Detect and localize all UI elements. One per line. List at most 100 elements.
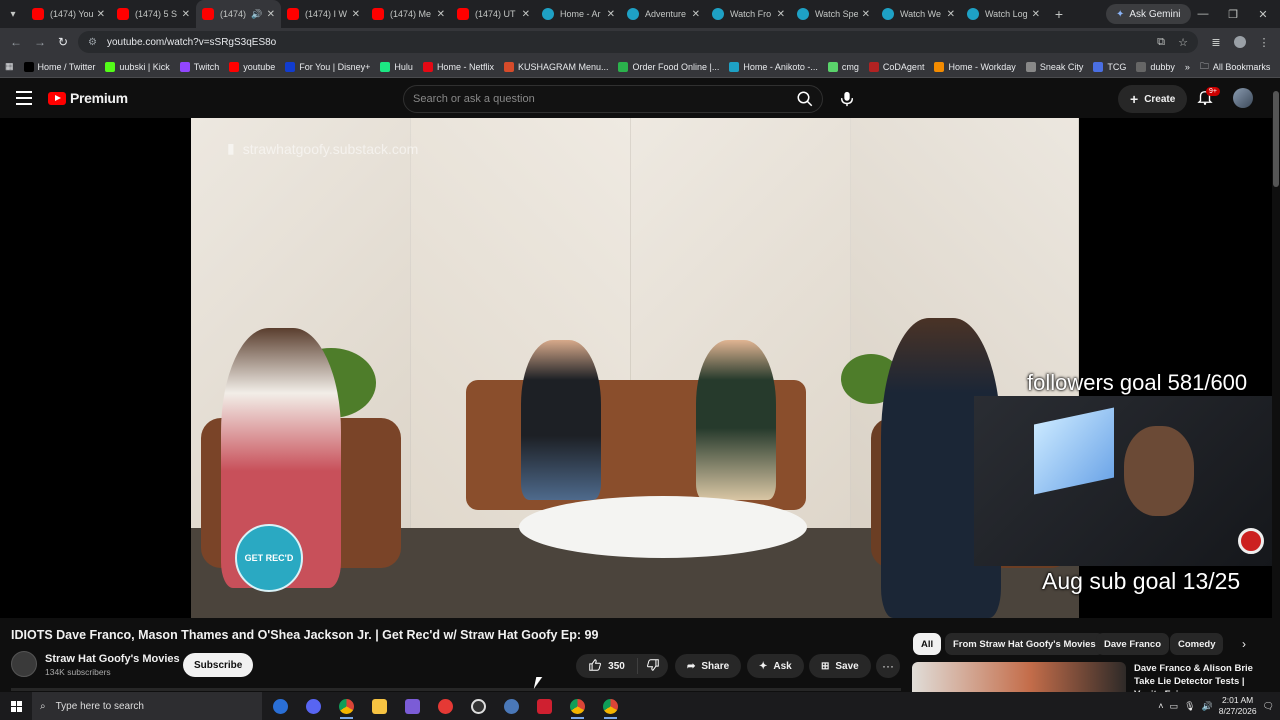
discord-icon[interactable] <box>297 692 330 720</box>
chevron-right-icon[interactable]: › <box>1234 634 1254 654</box>
bookmark-item[interactable]: CoDAgent <box>864 61 930 72</box>
bookmark-item[interactable]: Order Food Online |... <box>613 61 724 72</box>
scrollbar-thumb[interactable] <box>1273 91 1279 187</box>
tab-audio-icon[interactable]: 🔊 <box>251 9 262 20</box>
bookmark-star-icon[interactable]: ☆ <box>1175 34 1191 50</box>
more-actions-icon[interactable]: ··· <box>876 654 900 678</box>
bookmark-item[interactable]: KUSHAGRAM Menu... <box>499 61 614 72</box>
file-explorer-icon[interactable] <box>363 692 396 720</box>
save-button[interactable]: ⊞ Save <box>809 654 871 678</box>
adobe-icon[interactable] <box>528 692 561 720</box>
profile-icon[interactable] <box>1232 34 1248 50</box>
new-tab-button[interactable]: + <box>1046 6 1072 22</box>
bookmark-item[interactable]: Home - Workday <box>929 61 1020 72</box>
bookmark-item[interactable]: uubski | Kick <box>100 61 174 72</box>
guide-menu-icon[interactable] <box>16 91 32 105</box>
page-scrollbar[interactable] <box>1272 79 1280 690</box>
bookmark-item[interactable]: cmg <box>823 61 864 72</box>
restore-window-icon[interactable]: ❐ <box>1218 0 1248 28</box>
close-tab-icon[interactable]: ✕ <box>522 9 530 20</box>
address-bar[interactable]: ⚙ youtube.com/watch?v=sSRgS3qES8o <box>78 31 1198 53</box>
browser-menu-icon[interactable]: ⋮ <box>1256 34 1272 50</box>
browser-tab[interactable]: (1474) You ✕ <box>26 0 111 28</box>
browser-tab[interactable]: (1474) I W ✕ <box>281 0 366 28</box>
reload-icon[interactable]: ↻ <box>51 28 75 56</box>
close-tab-icon[interactable]: ✕ <box>267 9 275 20</box>
game-controller-icon[interactable] <box>396 692 429 720</box>
search-icon[interactable] <box>792 86 818 112</box>
steam-icon[interactable] <box>495 692 528 720</box>
bookmark-item[interactable]: For You | Disney+ <box>280 61 375 72</box>
chrome-profile-3-icon[interactable] <box>594 692 627 720</box>
browser-tab[interactable]: Watch Log ✕ <box>961 0 1046 28</box>
notification-center-icon[interactable]: 🗨 <box>1263 701 1274 712</box>
bookmark-item[interactable]: Twitch <box>175 61 225 72</box>
bookmark-item[interactable]: TCG <box>1088 61 1131 72</box>
browser-tab[interactable]: (1474) 5 S ✕ <box>111 0 196 28</box>
site-info-icon[interactable]: ⚙ <box>88 37 97 48</box>
create-button[interactable]: + Create <box>1118 85 1188 113</box>
video-player[interactable]: ▮ strawhatgoofy.substack.com GET REC'D f… <box>0 118 1272 618</box>
bookmark-item[interactable]: Hulu <box>375 61 418 72</box>
bookmark-item[interactable]: Sneak City <box>1021 61 1089 72</box>
youtube-premium-logo[interactable]: Premium <box>48 90 128 106</box>
browser-tab[interactable]: (1474) Me ✕ <box>366 0 451 28</box>
close-tab-icon[interactable]: ✕ <box>97 9 105 20</box>
close-tab-icon[interactable]: ✕ <box>437 9 445 20</box>
obs-icon[interactable] <box>462 692 495 720</box>
bookmarks-overflow-icon[interactable]: » <box>1180 62 1195 72</box>
close-window-icon[interactable]: ✕ <box>1248 0 1278 28</box>
filter-chip[interactable]: Comedy <box>1170 633 1224 655</box>
microphone-icon[interactable] <box>834 86 860 112</box>
bookmark-item[interactable]: Home - Anikoto -... <box>724 61 823 72</box>
ask-button[interactable]: ✦ Ask <box>747 654 804 678</box>
close-tab-icon[interactable]: ✕ <box>777 9 785 20</box>
share-button[interactable]: ➦ Share <box>675 654 742 678</box>
media-controls-icon[interactable]: ≣ <box>1208 34 1224 50</box>
account-avatar[interactable] <box>1233 88 1253 108</box>
close-tab-icon[interactable]: ✕ <box>182 9 190 20</box>
browser-tab[interactable]: (1474) 🔊 ✕ <box>196 0 281 28</box>
bookmark-item[interactable]: Home / Twitter <box>19 61 101 72</box>
bookmark-item[interactable]: youtube <box>224 61 280 72</box>
close-tab-icon[interactable]: ✕ <box>692 9 700 20</box>
channel-name[interactable]: Straw Hat Goofy's Movies <box>45 653 180 665</box>
close-tab-icon[interactable]: ✕ <box>862 9 870 20</box>
search-input[interactable]: Search or ask a question <box>403 85 823 113</box>
task-view-icon[interactable] <box>264 692 297 720</box>
chrome-profile-2-icon[interactable] <box>561 692 594 720</box>
browser-tab[interactable]: Adventure ✕ <box>621 0 706 28</box>
recommended-title[interactable]: Dave Franco & Alison Brie Take Lie Detec… <box>1134 662 1264 692</box>
taskbar-search-input[interactable]: ⌕ Type here to search <box>32 692 262 720</box>
ask-gemini-button[interactable]: ✦ Ask Gemini <box>1106 4 1191 24</box>
like-button[interactable]: 350 <box>576 658 638 674</box>
filter-chip[interactable]: From Straw Hat Goofy's Movies <box>945 633 1104 655</box>
browser-tab[interactable]: (1474) UT ✕ <box>451 0 536 28</box>
all-bookmarks-button[interactable]: 🗀 All Bookmarks <box>1195 59 1280 75</box>
volume-icon[interactable]: 🔊 <box>1202 701 1213 712</box>
media-player-icon[interactable] <box>429 692 462 720</box>
close-tab-icon[interactable]: ✕ <box>607 9 615 20</box>
dislike-button[interactable] <box>638 658 668 675</box>
chevron-up-icon[interactable]: ˄ <box>1158 701 1163 711</box>
bookmark-item[interactable]: Home - Netflix <box>418 61 499 72</box>
subscribe-button[interactable]: Subscribe <box>183 653 254 677</box>
windows-start-icon[interactable] <box>0 692 32 720</box>
browser-tab[interactable]: Home - Ar ✕ <box>536 0 621 28</box>
chrome-icon[interactable] <box>330 692 363 720</box>
close-tab-icon[interactable]: ✕ <box>352 9 360 20</box>
channel-avatar[interactable] <box>11 651 37 677</box>
clock[interactable]: 2:01 AM 8/27/2026 <box>1219 695 1257 717</box>
browser-tab[interactable]: Watch Fro ✕ <box>706 0 791 28</box>
close-tab-icon[interactable]: ✕ <box>1032 9 1040 20</box>
apps-grid-icon[interactable]: ▦ <box>0 61 19 72</box>
network-icon[interactable]: ▭ <box>1170 701 1179 712</box>
mic-tray-icon[interactable]: 🎙 <box>1184 701 1195 712</box>
close-tab-icon[interactable]: ✕ <box>947 9 955 20</box>
install-app-icon[interactable]: ⧉ <box>1153 34 1169 50</box>
recommended-thumbnail[interactable] <box>912 662 1126 692</box>
minimize-window-icon[interactable]: — <box>1188 0 1218 28</box>
tab-search-icon[interactable]: ▾ <box>0 0 26 28</box>
bookmark-item[interactable]: dubby <box>1131 61 1180 72</box>
filter-chip[interactable]: All <box>913 633 942 655</box>
